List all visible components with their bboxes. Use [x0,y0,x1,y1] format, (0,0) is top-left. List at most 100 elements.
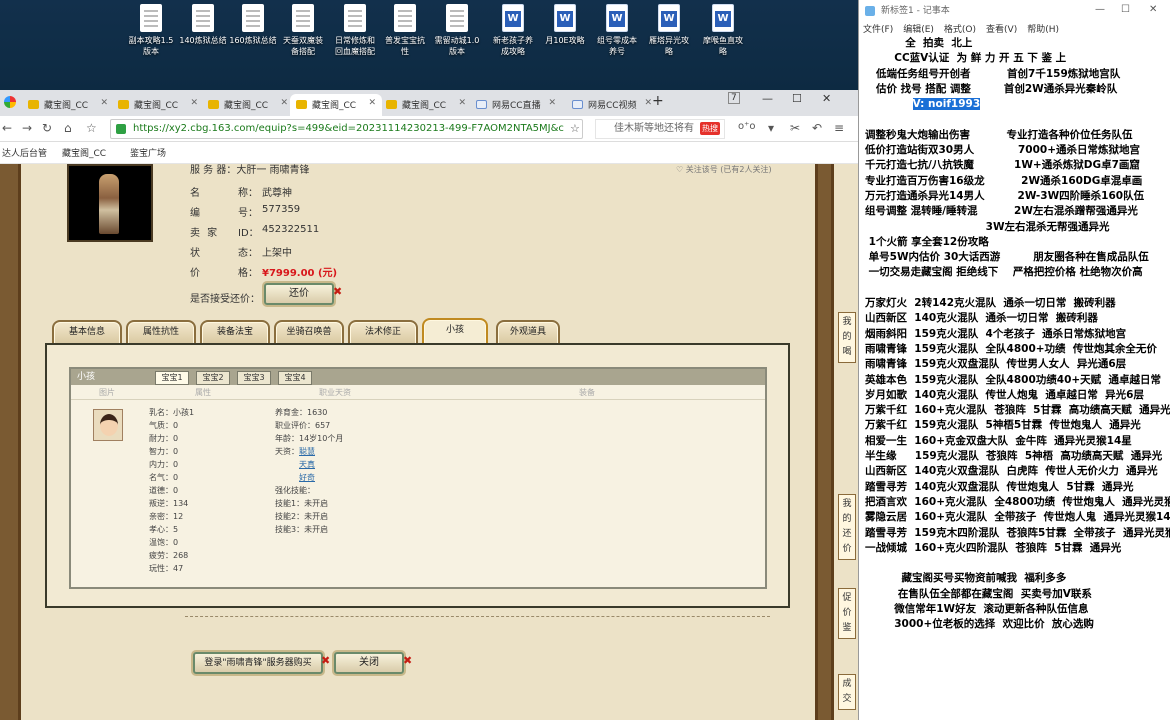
sidebar-card[interactable]: 我的喝 [838,312,856,363]
np-minimize-button[interactable]: — [1095,4,1105,15]
desktop-icon[interactable]: W 新老孩子养 成攻略 [484,4,542,57]
sidebar-card[interactable]: 促价鉴 [838,588,856,639]
child-subtab[interactable]: 宝宝1 [155,371,189,385]
bookmark-item[interactable]: 藏宝阁_CC [62,146,106,159]
np-close-button[interactable]: ✕ [1149,4,1157,15]
child-skill: 技能1：未开启 [275,499,329,508]
browser-tab[interactable]: 藏宝阁_CC ✕ [22,94,114,116]
notepad-line: 万紫千红 160+克火混队 苍狼阵 5甘霖 高功绩高天赋 通异光 [865,404,1170,417]
notepad-line: 雾隐云居 160+克火混队 全带孩子 传世炮人鬼 通异光灵猴14 [865,511,1170,524]
child-subtab[interactable]: 宝宝3 [237,371,271,385]
desktop-icon[interactable]: 普发宝宝抗性 [376,4,434,57]
desktop-icon[interactable]: W 月10E攻略 [536,4,594,46]
undo-icon[interactable]: ↶ [812,121,822,135]
tab-0[interactable]: 基本信息 [52,320,122,344]
field-value: 武尊神 [262,188,292,199]
notepad-text[interactable]: 全 拍卖 北上 CC蓝V认证 为 鲜 力 开 五 下 鉴 上 低端任务组号开创者… [859,36,1170,720]
tab-close-icon[interactable]: ✕ [190,98,198,108]
bookmark-item[interactable]: 达人后台管 [2,146,47,159]
np-maximize-button[interactable]: ☐ [1121,4,1130,15]
word-file-icon: W [712,4,734,32]
notepad-line: 估价 找号 搭配 调整 首创2W通杀异光秦岭队 [865,82,1118,95]
browser-tab[interactable]: 藏宝阁_CC ✕ [112,94,204,116]
maximize-button[interactable]: ☐ [792,92,802,105]
sidebar-card[interactable]: 我的还价 [838,494,856,560]
child-stat: 名气：0 [149,473,179,482]
info-row: 编号： 577359 [190,204,490,220]
close-button[interactable]: 关闭 [334,652,404,674]
browser-tab[interactable]: 网易CC视频 ✕ [566,94,658,116]
home-icon[interactable]: ⌂ [64,121,72,135]
tab-6[interactable]: 外观道具 [496,320,560,344]
minimize-button[interactable]: — [762,92,773,105]
tab-5[interactable]: 小孩 [422,318,488,344]
child-subtab[interactable]: 宝宝4 [278,371,312,385]
back-icon[interactable]: ← [2,121,12,135]
tab-1[interactable]: 属性抗性 [126,320,196,344]
bookmark-item[interactable]: 鉴宝广场 [130,146,166,159]
talent-link[interactable]: 好奇 [299,472,315,483]
notepad-line [865,556,1170,571]
notepad-menu-item[interactable]: 帮助(H) [1027,25,1059,35]
notepad-menu-item[interactable]: 文件(F) [863,25,893,35]
dropdown-icon[interactable]: ▾ [768,121,774,135]
desktop-icon[interactable]: 副本攻略1.5 版本 [122,4,180,57]
child-stat: 玩性：47 [149,564,184,573]
talent-link[interactable]: 聪慧 [299,446,315,457]
child-stat: 职业评价：657 [275,421,331,430]
tab-close-icon[interactable]: ✕ [458,98,466,108]
tab-favicon-icon [296,100,307,109]
desktop-icon[interactable]: W 摩喉鱼直攻略 [694,4,752,57]
hot-search-badge[interactable]: 热搜 [700,122,720,135]
tab-title: 网易CC直播 [492,101,541,111]
star-icon[interactable]: ☆ [570,122,580,135]
notepad-line: 山西新区 140克火双盘混队 白虎阵 传世人无价火力 通异光 [865,465,1158,478]
notepad-line: 全 拍卖 北上 [865,37,973,49]
tab-title: 藏宝阁_CC [402,101,447,111]
bargain-button[interactable]: 还价 [264,283,334,305]
notepad-line: 英雄本色 159克火混队 全队4800功绩40+天赋 通卓越日常 [865,373,1161,386]
tab-3[interactable]: 坐骑召唤兽 [274,320,344,344]
tab-close-icon[interactable]: ✕ [280,98,288,108]
forward-icon[interactable]: → [22,121,32,135]
tab-close-icon[interactable]: ✕ [368,98,376,108]
field-value: 452322511 [262,224,320,235]
desktop-icon[interactable]: 天蚕双魔装 备搭配 [274,4,332,57]
browser-tab[interactable]: 网易CC直播 ✕ [470,94,562,116]
tab-4[interactable]: 法术修正 [348,320,418,344]
notepad-menu-item[interactable]: 格式(O) [944,25,976,35]
browser-tab[interactable]: 藏宝阁_CC ✕ [202,94,294,116]
address-bar[interactable]: https://xy2.cbg.163.com/equip?s=499&eid=… [110,119,583,139]
browser-tab[interactable]: 藏宝阁_CC ✕ [290,94,382,116]
desktop-icon[interactable]: W 组号零成本 养号 [588,4,646,57]
scissors-icon[interactable]: ✂ [790,121,800,135]
notepad-line: 专业打造百万伤害16级龙 2W通杀160DG卓混卓画 [865,174,1143,187]
field-label-suffix: 称： [238,188,258,199]
follow-link[interactable]: ♡ 关注该号 (已有2人关注) [676,164,772,175]
notepad-menu-item[interactable]: 编辑(E) [903,25,934,35]
notepad-line: 组号调整 混转睡/睡转混 2W左右混杀蹭帮强通异光 [865,205,1138,218]
close-window-button[interactable]: ✕ [822,92,831,105]
tab-close-icon[interactable]: ✕ [100,98,108,108]
tab-close-icon[interactable]: ✕ [548,98,556,108]
browser-tab[interactable]: 藏宝阁_CC ✕ [380,94,472,116]
notepad-menu-item[interactable]: 查看(V) [986,25,1017,35]
desktop-icon[interactable]: 需留动城1.0 版本 [428,4,486,57]
bookmark-star-icon[interactable]: ☆ [86,121,97,135]
tab-2[interactable]: 装备法宝 [200,320,270,344]
sidebar-card[interactable]: 成交 [838,674,856,710]
reload-icon[interactable]: ↻ [42,121,52,135]
new-tab-button[interactable]: + [652,93,664,109]
talent-link[interactable]: 天真 [299,459,315,470]
right-sidebar: 我的喝我的还价促价鉴成交 [831,164,858,720]
notepad-line: 1个火箭 享全套12份攻略 [865,235,989,248]
extension-icon[interactable]: ᴏ⁺ᴏ [738,121,756,132]
word-file-icon: W [658,4,680,32]
menu-icon[interactable]: ≡ [834,121,844,135]
desktop-icon[interactable]: W 雁塔异光攻略 [640,4,698,57]
login-buy-button[interactable]: 登录"雨啸青锋"服务器购买 [193,652,323,674]
tab-close-icon[interactable]: ✕ [644,98,652,108]
child-subtab[interactable]: 宝宝2 [196,371,230,385]
notepad-line: 把酒言欢 160+克火混队 全4800功绩 传世炮鬼人 通异光灵猴 [865,495,1170,508]
tab-menu-icon[interactable]: 7 [728,92,740,104]
